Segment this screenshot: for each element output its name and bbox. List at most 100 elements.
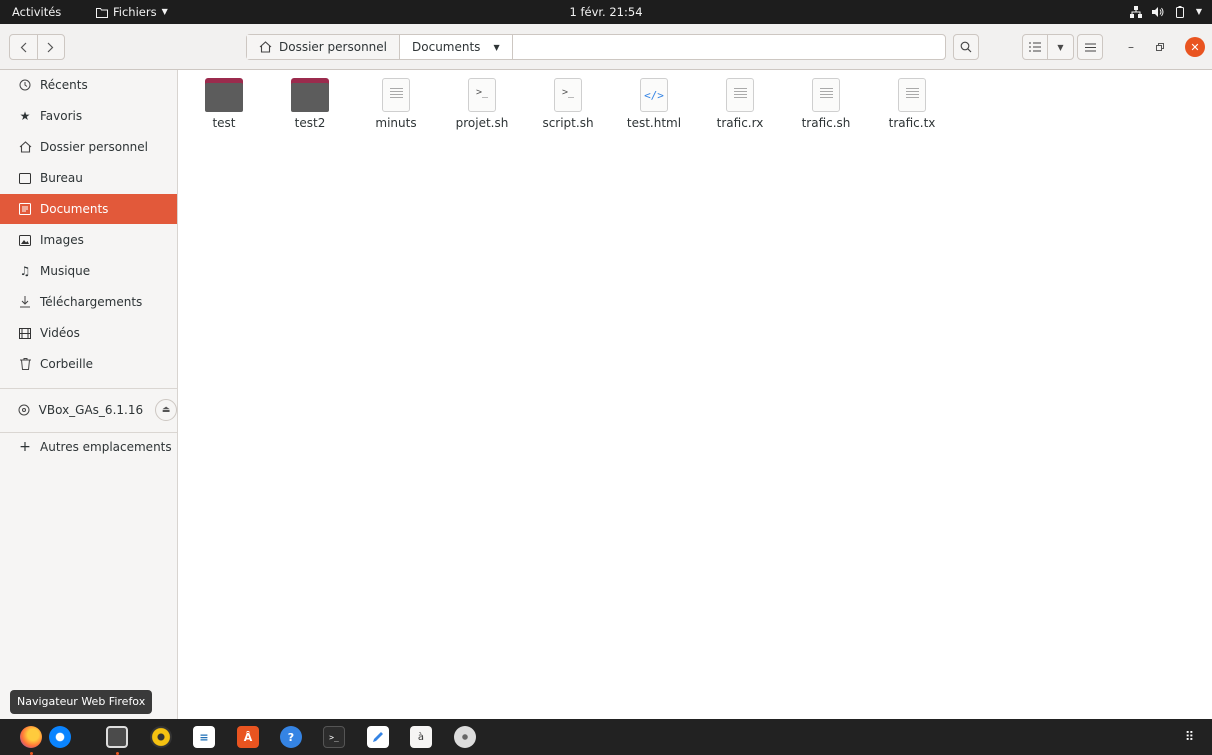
home-icon	[18, 140, 32, 154]
writer-icon[interactable]: ≡	[193, 726, 215, 748]
minimize-button[interactable]: –	[1121, 37, 1141, 57]
software-center-icon[interactable]: Â	[237, 726, 259, 748]
sidebar-item-downloads[interactable]: Téléchargements	[0, 287, 177, 317]
file-item-projet-sh[interactable]: >_ projet.sh	[439, 70, 525, 130]
sidebar-item-trash[interactable]: Corbeille	[0, 349, 177, 379]
home-icon	[259, 41, 272, 53]
sidebar-item-label: Dossier personnel	[40, 140, 149, 154]
maximize-button[interactable]	[1150, 37, 1170, 57]
text-editor-icon[interactable]	[367, 726, 389, 748]
search-button[interactable]	[953, 34, 979, 60]
sidebar-item-recents[interactable]: Récents	[0, 70, 177, 100]
header-bar: Dossier personnel Documents ▼ ▼ – ✕	[0, 24, 1212, 70]
image-icon	[18, 233, 32, 247]
rhythmbox-icon[interactable]	[150, 726, 172, 748]
system-menu-caret-icon: ▼	[1195, 7, 1202, 16]
file-name: minuts	[375, 116, 417, 130]
file-name: trafic.rx	[716, 116, 764, 130]
sidebar-item-home[interactable]: Dossier personnel	[0, 132, 177, 162]
eject-icon: ⏏	[161, 405, 171, 415]
volume-icon	[1151, 7, 1164, 17]
sidebar-separator	[0, 388, 177, 389]
sidebar-item-label: Autres emplacements	[40, 440, 172, 454]
sidebar-item-desktop[interactable]: Bureau	[0, 163, 177, 193]
search-icon	[960, 41, 972, 53]
text-file-icon	[376, 76, 416, 114]
file-item-trafic-rx[interactable]: trafic.rx	[697, 70, 783, 130]
list-view-icon	[1029, 42, 1041, 52]
disc-drive-icon[interactable]	[454, 726, 476, 748]
forward-button[interactable]	[36, 35, 64, 59]
file-item-script-sh[interactable]: >_ script.sh	[525, 70, 611, 130]
sidebar-item-images[interactable]: Images	[0, 225, 177, 255]
sidebar-item-device[interactable]: VBox_GAs_6.1.16 ⏏	[0, 394, 177, 426]
file-name: test.html	[626, 116, 682, 130]
document-icon	[18, 202, 32, 216]
close-icon: ✕	[1190, 40, 1200, 54]
folder-icon	[290, 76, 330, 114]
file-item-test-html[interactable]: </> test.html	[611, 70, 697, 130]
back-button[interactable]	[10, 35, 37, 59]
folder-icon	[204, 76, 244, 114]
sidebar-item-label: VBox_GAs_6.1.16	[38, 403, 144, 417]
caret-down-icon: ▼	[1057, 42, 1064, 52]
music-icon: ♫	[19, 264, 31, 278]
help-icon[interactable]: ?	[280, 726, 302, 748]
sidebar-item-label: Images	[40, 233, 84, 247]
top-bar: Activités Fichiers ▼ 1 févr. 21:54 ▼	[0, 0, 1212, 24]
system-tray[interactable]: ▼	[1129, 0, 1202, 24]
file-item-minuts[interactable]: minuts	[353, 70, 439, 130]
sidebar-item-favorites[interactable]: ★ Favoris	[0, 101, 177, 131]
file-item-trafic-tx[interactable]: trafic.tx	[869, 70, 955, 130]
file-item-trafic-sh[interactable]: trafic.sh	[783, 70, 869, 130]
plus-icon: +	[19, 439, 31, 455]
close-button[interactable]: ✕	[1185, 37, 1205, 57]
chevron-left-icon	[20, 42, 27, 52]
file-name: script.sh	[542, 116, 594, 130]
file-name: projet.sh	[455, 116, 509, 130]
show-applications-icon[interactable]: ⠿	[1178, 726, 1200, 748]
dock-tooltip: Navigateur Web Firefox	[10, 690, 153, 714]
thunderbird-icon[interactable]	[49, 726, 71, 748]
sidebar-item-documents[interactable]: Documents	[0, 194, 177, 224]
file-name: trafic.tx	[888, 116, 936, 130]
sidebar-item-label: Favoris	[40, 109, 83, 123]
sidebar-item-videos[interactable]: Vidéos	[0, 318, 177, 348]
terminal-icon[interactable]: >_	[323, 726, 345, 748]
chevron-right-icon	[48, 42, 54, 52]
text-file-icon	[806, 76, 846, 114]
file-view[interactable]: test test2 minuts >_ projet.sh >_ script…	[178, 70, 1212, 719]
breadcrumb-current[interactable]: Documents ▼	[400, 35, 513, 59]
script-file-icon: >_	[462, 76, 502, 114]
sidebar-item-label: Récents	[40, 78, 88, 92]
hamburger-icon	[1084, 42, 1096, 52]
restore-icon	[1156, 43, 1164, 51]
files-icon[interactable]	[106, 726, 128, 748]
character-map-icon[interactable]: à	[410, 726, 432, 748]
breadcrumb-current-label: Documents	[412, 40, 481, 54]
breadcrumb-home-label: Dossier personnel	[279, 40, 388, 54]
breadcrumb-home[interactable]: Dossier personnel	[247, 35, 401, 59]
file-item-test[interactable]: test	[181, 70, 267, 130]
minimize-icon: –	[1128, 40, 1134, 54]
sidebar-item-other-locations[interactable]: + Autres emplacements	[0, 432, 177, 462]
star-icon: ★	[19, 109, 31, 123]
eject-button[interactable]: ⏏	[155, 399, 177, 421]
battery-icon	[1175, 6, 1184, 18]
file-item-test2[interactable]: test2	[267, 70, 353, 130]
list-view-button[interactable]	[1023, 35, 1047, 59]
hamburger-menu-button[interactable]	[1077, 34, 1103, 60]
script-file-icon: >_	[548, 76, 588, 114]
caret-down-icon: ▼	[493, 42, 500, 52]
text-file-icon	[892, 76, 932, 114]
clock[interactable]: 1 févr. 21:54	[0, 0, 1212, 24]
path-bar: Dossier personnel Documents ▼	[246, 34, 946, 60]
firefox-icon[interactable]	[20, 726, 42, 748]
view-options-button[interactable]: ▼	[1047, 35, 1073, 59]
network-icon	[1129, 6, 1142, 18]
sidebar-item-label: Corbeille	[40, 357, 94, 371]
file-name: trafic.sh	[801, 116, 851, 130]
sidebar-item-label: Bureau	[40, 171, 83, 185]
sidebar-item-music[interactable]: ♫ Musique	[0, 256, 177, 286]
desktop-icon	[18, 171, 32, 185]
